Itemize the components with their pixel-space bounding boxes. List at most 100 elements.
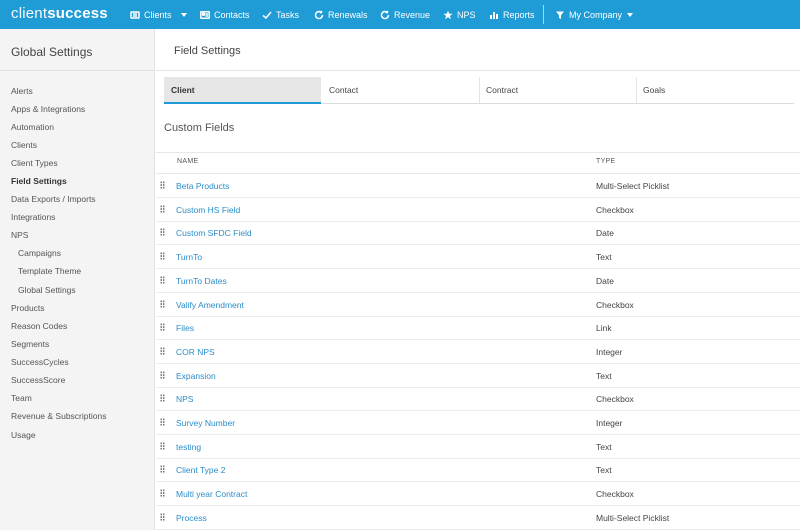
field-type: Text bbox=[596, 465, 612, 476]
field-name-link[interactable]: Custom HS Field bbox=[176, 205, 240, 215]
field-name-link[interactable]: Beta Products bbox=[176, 181, 229, 191]
sidebar-title: Global Settings bbox=[11, 45, 93, 59]
sidebar-item[interactable]: Alerts bbox=[11, 86, 33, 96]
table-row: Files Link bbox=[156, 316, 800, 341]
sidebar-item[interactable]: NPS bbox=[11, 230, 28, 240]
refresh-icon bbox=[313, 9, 324, 20]
field-type: Multi-Select Picklist bbox=[596, 512, 670, 523]
field-name-link[interactable]: NPS bbox=[176, 394, 193, 404]
drag-handle-icon[interactable] bbox=[160, 252, 165, 261]
nav-contacts[interactable]: Contacts bbox=[199, 0, 250, 29]
field-name-link[interactable]: Files bbox=[176, 323, 194, 333]
field-type: Checkbox bbox=[596, 299, 634, 310]
field-type: Text bbox=[596, 441, 612, 452]
sidebar-item[interactable]: SuccessScore bbox=[11, 375, 65, 385]
sidebar-item[interactable]: Reason Codes bbox=[11, 321, 67, 331]
table-row: Multi year Contract Checkbox bbox=[156, 482, 800, 507]
page-title: Field Settings bbox=[174, 45, 241, 57]
field-name-link[interactable]: COR NPS bbox=[176, 347, 215, 357]
tab-contract-label: Contract bbox=[486, 85, 519, 95]
sidebar-item[interactable]: Automation bbox=[11, 122, 54, 132]
drag-handle-icon[interactable] bbox=[160, 275, 165, 284]
nav-renewals[interactable]: Renewals bbox=[313, 0, 368, 29]
sidebar-item[interactable]: Template Theme bbox=[18, 266, 81, 276]
nav-reports[interactable]: Reports bbox=[488, 0, 535, 29]
field-type: Date bbox=[596, 228, 614, 239]
sidebar-item[interactable]: Client Types bbox=[11, 158, 58, 168]
sidebar-item[interactable]: Field Settings bbox=[11, 176, 67, 186]
settings-sidebar: Global Settings Alerts Apps & Integration… bbox=[0, 29, 155, 530]
field-type: Text bbox=[596, 252, 612, 263]
table-row: Expansion Text bbox=[156, 364, 800, 388]
field-name-link[interactable]: TurnTo Dates bbox=[176, 276, 227, 286]
field-type: Multi-Select Picklist bbox=[596, 181, 670, 191]
drag-handle-icon[interactable] bbox=[160, 512, 165, 521]
field-name-link[interactable]: Process bbox=[176, 513, 207, 523]
tab-contact[interactable]: Contact bbox=[322, 77, 479, 104]
nav-contacts-label: Contacts bbox=[214, 9, 250, 20]
sidebar-item[interactable]: Revenue & Subscriptions bbox=[11, 411, 106, 421]
clients-dropdown-toggle[interactable] bbox=[181, 0, 187, 29]
nav-revenue[interactable]: Revenue bbox=[379, 0, 430, 29]
divider bbox=[0, 70, 155, 71]
tab-goals[interactable]: Goals bbox=[636, 77, 794, 104]
table-row: Process Multi-Select Picklist bbox=[156, 506, 800, 530]
sidebar-item[interactable]: Data Exports / Imports bbox=[11, 194, 96, 204]
drag-handle-icon[interactable] bbox=[160, 346, 165, 355]
drag-handle-icon[interactable] bbox=[160, 465, 165, 474]
sidebar-item[interactable]: Campaigns bbox=[18, 248, 61, 258]
nav-tasks[interactable]: Tasks bbox=[261, 0, 299, 29]
company-selector[interactable]: My Company bbox=[554, 0, 634, 29]
table-row: TurnTo Text bbox=[156, 245, 800, 270]
sidebar-item[interactable]: Segments bbox=[11, 339, 49, 349]
field-name-link[interactable]: Custom SFDC Field bbox=[176, 228, 252, 238]
field-type: Integer bbox=[596, 346, 623, 357]
nav-clients[interactable]: Clients bbox=[129, 0, 172, 29]
nav-revenue-label: Revenue bbox=[394, 9, 431, 20]
field-name-link[interactable]: TurnTo bbox=[176, 252, 202, 262]
field-name-link[interactable]: Multi year Contract bbox=[176, 489, 247, 499]
drag-handle-icon[interactable] bbox=[160, 418, 165, 426]
sidebar-item[interactable]: Products bbox=[11, 303, 45, 313]
drag-handle-icon[interactable] bbox=[160, 394, 165, 403]
field-name-link[interactable]: testing bbox=[176, 442, 201, 452]
drag-handle-icon[interactable] bbox=[160, 299, 165, 308]
drag-handle-icon[interactable] bbox=[160, 228, 165, 237]
tab-contract[interactable]: Contract bbox=[479, 77, 636, 104]
field-name-link[interactable]: Client Type 2 bbox=[176, 465, 225, 475]
clients-icon bbox=[129, 9, 140, 20]
table-row: testing Text bbox=[156, 435, 800, 459]
sidebar-item[interactable]: Clients bbox=[11, 140, 37, 150]
drag-handle-icon[interactable] bbox=[160, 323, 165, 332]
column-header-name[interactable]: NAME bbox=[177, 158, 198, 165]
field-name-link[interactable]: Survey Number bbox=[176, 418, 235, 428]
tab-client[interactable]: Client bbox=[164, 77, 321, 104]
sidebar-item[interactable]: Global Settings bbox=[18, 285, 76, 295]
table-row: Valify Amendment Checkbox bbox=[156, 293, 800, 317]
chevron-down-icon bbox=[627, 12, 634, 17]
star-icon bbox=[442, 9, 453, 20]
drag-handle-icon[interactable] bbox=[160, 204, 165, 213]
divider bbox=[156, 152, 800, 153]
field-name-link[interactable]: Valify Amendment bbox=[176, 300, 244, 310]
table-row: Beta Products Multi-Select Picklist bbox=[156, 174, 800, 198]
sidebar-item[interactable]: Usage bbox=[11, 430, 36, 440]
sidebar-item[interactable]: SuccessCycles bbox=[11, 357, 69, 367]
nav-nps[interactable]: NPS bbox=[442, 0, 476, 29]
column-header-type[interactable]: TYPE bbox=[596, 158, 615, 165]
drag-handle-icon[interactable] bbox=[160, 441, 165, 450]
table-row: Client Type 2 Text bbox=[156, 458, 800, 483]
table-row: NPS Checkbox bbox=[156, 387, 800, 412]
table-row: Custom HS Field Checkbox bbox=[156, 198, 800, 222]
sidebar-item[interactable]: Apps & Integrations bbox=[11, 104, 85, 114]
sidebar-item[interactable]: Integrations bbox=[11, 212, 55, 222]
field-type: Checkbox bbox=[596, 489, 634, 500]
drag-handle-icon[interactable] bbox=[160, 370, 165, 379]
field-type: Checkbox bbox=[596, 394, 634, 405]
clientsuccess-logo[interactable]: clientsuccess bbox=[11, 5, 108, 22]
table-row: Custom SFDC Field Date bbox=[156, 221, 800, 246]
drag-handle-icon[interactable] bbox=[160, 489, 165, 498]
sidebar-item[interactable]: Team bbox=[11, 393, 32, 403]
drag-handle-icon[interactable] bbox=[160, 181, 165, 189]
field-name-link[interactable]: Expansion bbox=[176, 371, 216, 381]
